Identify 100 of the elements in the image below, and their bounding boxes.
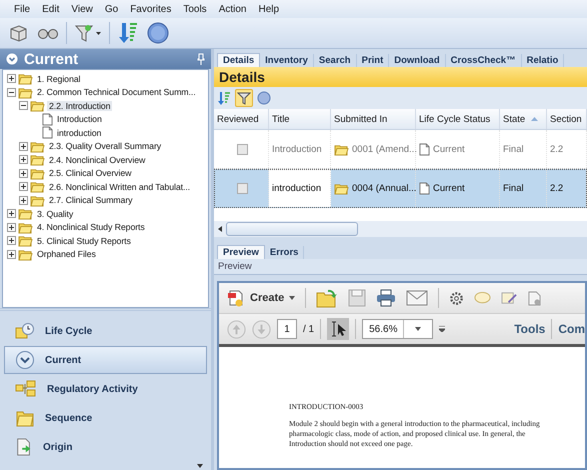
nav-item[interactable]: Origin xyxy=(4,433,207,461)
caret-icon xyxy=(289,296,296,300)
expand-icon[interactable] xyxy=(19,182,28,192)
tree-item[interactable]: 2.4. Nonclinical Overview xyxy=(47,154,148,165)
menu-item[interactable]: Favorites xyxy=(124,4,178,14)
document-icon xyxy=(42,126,53,140)
menu-item[interactable]: View xyxy=(65,4,99,14)
sort-icon[interactable] xyxy=(217,91,231,105)
menu-item[interactable]: Action xyxy=(212,4,252,14)
tree-item[interactable]: introduction xyxy=(55,128,104,138)
dropdown-icon[interactable] xyxy=(197,464,203,468)
folder-icon xyxy=(30,99,45,112)
table-cell: Introduction xyxy=(272,144,322,154)
comment-link[interactable]: Com xyxy=(558,322,585,336)
chevron-circle-icon[interactable] xyxy=(6,53,18,65)
tree-item[interactable]: 2.7. Clinical Summary xyxy=(47,195,134,206)
expand-icon[interactable] xyxy=(7,236,16,246)
create-button[interactable]: Create xyxy=(227,289,296,307)
table-cell: Current xyxy=(433,144,465,154)
tree-item[interactable]: 5. Clinical Study Reports xyxy=(35,236,133,246)
nav-item[interactable]: Current xyxy=(4,346,207,374)
settings-icon[interactable] xyxy=(449,290,464,306)
table-row[interactable]: introduction 0004 (Annual... Current Final 2.2 xyxy=(214,169,587,208)
table-cell: Current xyxy=(433,182,465,194)
nav-item[interactable]: Regulatory Activity xyxy=(4,375,207,403)
caret-icon xyxy=(415,327,422,331)
tab[interactable]: Details xyxy=(217,53,260,67)
mail-icon[interactable] xyxy=(406,290,428,306)
pin-icon[interactable] xyxy=(197,53,205,65)
document-icon xyxy=(419,142,430,156)
table-cell: Final xyxy=(503,144,524,154)
menu-item[interactable]: File xyxy=(8,4,36,14)
collapse-icon[interactable] xyxy=(19,101,28,110)
folder-icon xyxy=(18,207,33,220)
column-header[interactable]: Life Cycle Status xyxy=(416,109,500,129)
folder-icon xyxy=(18,234,33,248)
column-header[interactable]: Section xyxy=(547,109,587,129)
print-icon[interactable] xyxy=(376,289,396,307)
folder-icon xyxy=(30,166,45,180)
clock-icon xyxy=(15,322,35,340)
menu-item[interactable]: Edit xyxy=(36,4,66,14)
folder-icon xyxy=(334,182,349,194)
folder-icon xyxy=(30,194,45,207)
nav-item[interactable]: Life Cycle xyxy=(4,317,207,345)
scroll-left-icon[interactable] xyxy=(218,226,222,232)
select-tool-icon[interactable] xyxy=(327,318,350,340)
column-header[interactable]: Title xyxy=(269,109,331,129)
folder-icon xyxy=(30,140,45,153)
horizontal-scrollbar[interactable] xyxy=(214,221,587,237)
sign-icon[interactable] xyxy=(501,290,518,306)
nav-item[interactable]: Sequence xyxy=(4,404,207,432)
page-number-field[interactable]: 1 xyxy=(277,319,297,339)
tree-item[interactable]: 1. Regional xyxy=(35,74,82,84)
folder-icon xyxy=(15,409,35,427)
tree-item[interactable]: Introduction xyxy=(55,114,104,124)
tree-item[interactable]: Orphaned Files xyxy=(35,249,98,260)
filter-icon[interactable] xyxy=(235,89,253,107)
folder-icon xyxy=(334,142,349,156)
tree-item[interactable]: 3. Quality xyxy=(35,208,76,219)
tools-link[interactable]: Tools xyxy=(514,322,546,336)
column-header[interactable]: Submitted In xyxy=(331,109,416,129)
tree-item[interactable]: 2.3. Quality Overall Summary xyxy=(47,141,164,152)
sort-icon[interactable] xyxy=(116,21,140,45)
checkbox[interactable] xyxy=(237,144,248,154)
tab[interactable]: Preview xyxy=(217,245,265,259)
folder-icon xyxy=(30,153,45,166)
column-header[interactable]: State xyxy=(500,109,547,129)
table-cell: 0004 (Annual... xyxy=(352,182,416,194)
open-folder-icon[interactable] xyxy=(316,288,338,308)
expand-icon[interactable] xyxy=(19,196,28,205)
expand-icon[interactable] xyxy=(19,142,28,151)
collapse-icon[interactable] xyxy=(7,88,16,97)
tree-item[interactable]: 2. Common Technical Document Summ... xyxy=(35,87,198,98)
document-arrow-icon xyxy=(15,437,33,457)
table-cell: Final xyxy=(503,182,524,194)
menu-item[interactable]: Tools xyxy=(177,4,213,14)
column-header[interactable]: Reviewed xyxy=(214,109,269,129)
page-total: / 1 xyxy=(303,324,314,334)
expand-icon[interactable] xyxy=(7,209,16,218)
tree-item[interactable]: 2.2. Introduction xyxy=(47,100,112,111)
tree-item[interactable]: 2.5. Clinical Overview xyxy=(47,168,134,178)
checkbox[interactable] xyxy=(237,182,248,194)
overflow-icon[interactable] xyxy=(439,326,446,332)
document-icon[interactable] xyxy=(528,290,542,306)
expand-icon[interactable] xyxy=(19,168,28,178)
expand-icon[interactable] xyxy=(19,155,28,164)
table-cell: introduction xyxy=(272,182,322,194)
tree-item[interactable]: 4. Nonclinical Study Reports xyxy=(35,222,147,232)
tree-item[interactable]: 2.6. Nonclinical Written and Tabulat... xyxy=(47,182,192,192)
menu-item[interactable]: Help xyxy=(252,4,286,14)
expand-icon[interactable] xyxy=(7,250,16,259)
chevron-circle-icon xyxy=(15,350,35,370)
expand-icon[interactable] xyxy=(7,222,16,232)
zoom-dropdown[interactable]: 56.6% xyxy=(362,319,434,339)
document-icon xyxy=(42,112,53,126)
menu-item[interactable]: Go xyxy=(98,4,124,14)
folder-icon xyxy=(18,86,33,99)
expand-icon[interactable] xyxy=(7,74,16,84)
preview-label: Preview xyxy=(218,261,252,272)
document-icon xyxy=(419,182,430,194)
